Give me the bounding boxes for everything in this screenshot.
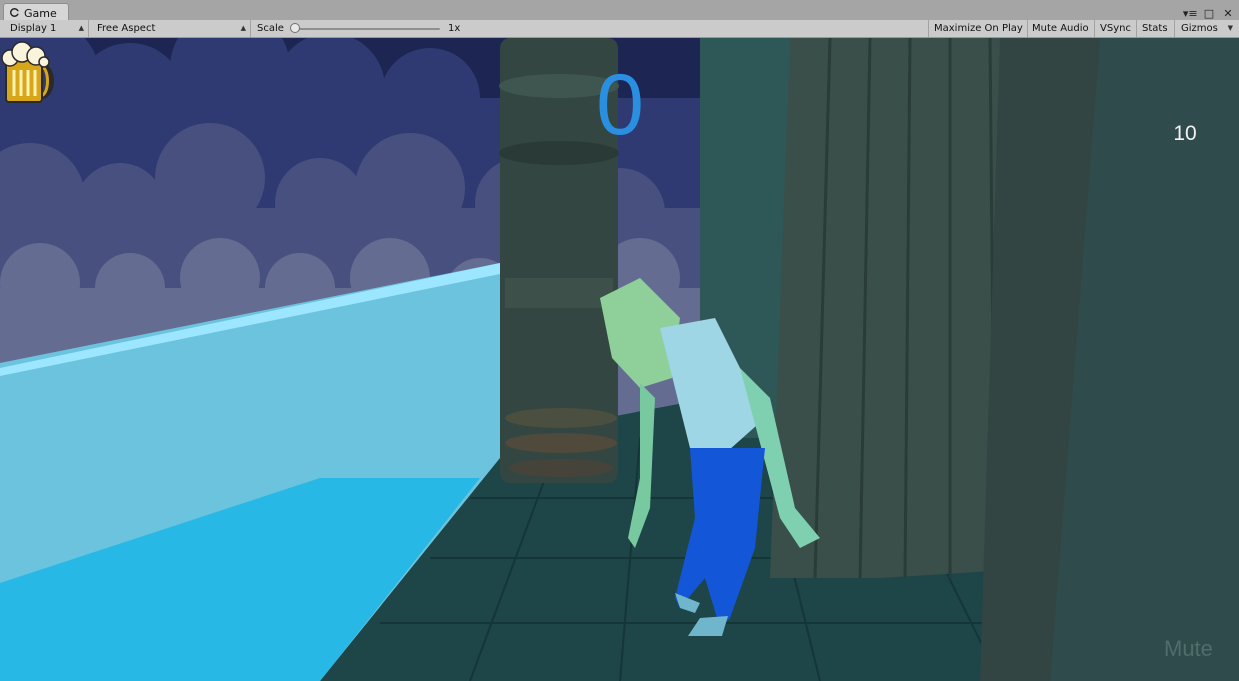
chevron-updown-icon: ▲ xyxy=(240,24,246,32)
game-viewport[interactable]: 0 10 Mute xyxy=(0,38,1239,681)
beer-mug-icon xyxy=(1,41,54,103)
scale-label: Scale xyxy=(257,23,284,34)
game-tab[interactable]: Game xyxy=(3,3,69,21)
gizmos-dropdown[interactable]: Gizmos ▼ xyxy=(1175,20,1239,37)
tab-menu-icon[interactable]: ▾≡ xyxy=(1183,7,1198,21)
chevron-updown-icon: ▲ xyxy=(78,24,84,32)
mute-audio-toggle[interactable]: Mute Audio xyxy=(1028,20,1095,37)
game-tab-label: Game xyxy=(24,7,57,20)
aspect-dropdown[interactable]: Free Aspect ▲ xyxy=(89,20,251,37)
unity-icon xyxy=(10,8,19,17)
scale-slider-thumb[interactable] xyxy=(290,23,300,33)
editor-tab-bar: Game ▾≡ □ ✕ xyxy=(0,0,1239,21)
window-controls: ▾≡ □ ✕ xyxy=(1183,2,1235,21)
scale-slider-track[interactable] xyxy=(294,28,440,30)
score-counter: 0 xyxy=(596,57,644,153)
vsync-toggle[interactable]: VSync xyxy=(1095,20,1137,37)
game-toolbar: Display 1 ▲ Free Aspect ▲ Scale 1x Maxim… xyxy=(0,20,1239,38)
display-dropdown[interactable]: Display 1 ▲ xyxy=(0,20,89,37)
display-dropdown-label: Display 1 xyxy=(10,23,57,34)
scale-value: 1x xyxy=(448,23,461,34)
maximize-on-play-toggle[interactable]: Maximize On Play xyxy=(928,20,1028,37)
close-icon[interactable]: ✕ xyxy=(1221,7,1235,21)
mute-button[interactable]: Mute xyxy=(1164,636,1213,662)
chevron-down-icon: ▼ xyxy=(1227,24,1233,32)
gizmos-dropdown-label: Gizmos xyxy=(1181,23,1218,34)
beer-count: 10 xyxy=(1173,122,1197,145)
stats-toggle[interactable]: Stats xyxy=(1137,20,1175,37)
aspect-dropdown-label: Free Aspect xyxy=(97,23,156,34)
maximize-icon[interactable]: □ xyxy=(1202,7,1216,21)
